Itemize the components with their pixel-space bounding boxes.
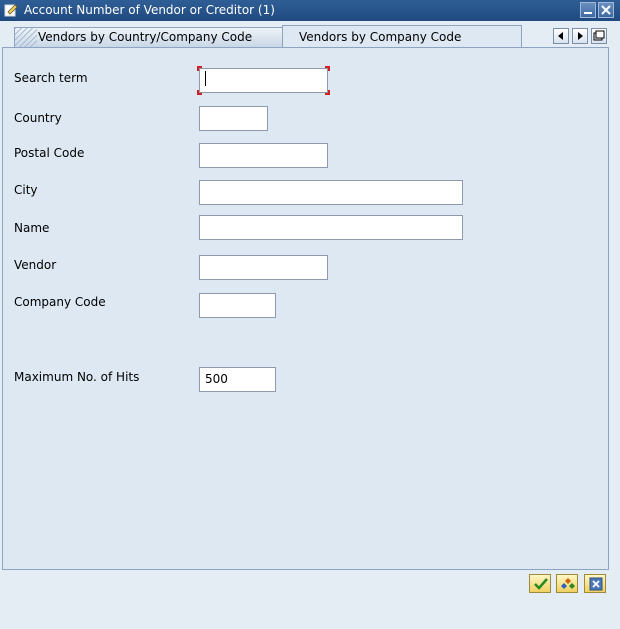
continue-button[interactable]	[529, 574, 551, 593]
postal-code-input[interactable]	[199, 143, 328, 168]
tab-label: Vendors by Company Code	[299, 30, 462, 44]
max-hits-input[interactable]: 500	[199, 367, 276, 392]
scroll-left-icon[interactable]	[553, 28, 569, 44]
tab-vendors-by-country-company-code[interactable]: Vendors by Country/Company Code	[14, 27, 284, 47]
company-code-input[interactable]	[199, 293, 276, 318]
focus-marker	[197, 66, 202, 71]
tab-label: Vendors by Country/Company Code	[38, 30, 253, 44]
country-input[interactable]	[199, 106, 268, 131]
vendor-label: Vendor	[14, 258, 57, 272]
tab-strip: Vendors by Country/Company Code Vendors …	[0, 21, 620, 48]
name-input[interactable]	[199, 215, 463, 240]
scroll-right-icon[interactable]	[572, 28, 588, 44]
country-label: Country	[14, 111, 62, 125]
search-term-label: Search term	[14, 71, 88, 85]
postal-code-label: Postal Code	[14, 146, 85, 160]
multiple-selection-icon	[561, 578, 575, 589]
max-hits-label: Maximum No. of Hits	[14, 370, 140, 384]
city-label: City	[14, 183, 38, 197]
focus-marker	[197, 90, 202, 95]
company-code-label: Company Code	[14, 295, 106, 309]
focus-marker	[325, 66, 330, 71]
minimize-icon[interactable]	[580, 2, 596, 18]
close-icon[interactable]	[598, 2, 614, 18]
window-title-bar: Account Number of Vendor or Creditor (1)	[0, 0, 620, 21]
dialog-icon	[4, 3, 18, 17]
focus-marker	[325, 90, 330, 95]
check-icon	[534, 578, 548, 590]
text-cursor	[205, 71, 206, 86]
cancel-icon	[589, 577, 603, 591]
name-label: Name	[14, 221, 50, 235]
vendor-input[interactable]	[199, 255, 328, 280]
cancel-button[interactable]	[584, 574, 606, 593]
window-title: Account Number of Vendor or Creditor (1)	[24, 3, 275, 17]
tab-vendors-by-company-code[interactable]: Vendors by Company Code	[282, 25, 522, 48]
search-term-input[interactable]	[199, 68, 328, 93]
city-input[interactable]	[199, 180, 463, 205]
tab-list-icon[interactable]	[591, 28, 607, 44]
multiple-selection-button[interactable]	[556, 574, 578, 593]
